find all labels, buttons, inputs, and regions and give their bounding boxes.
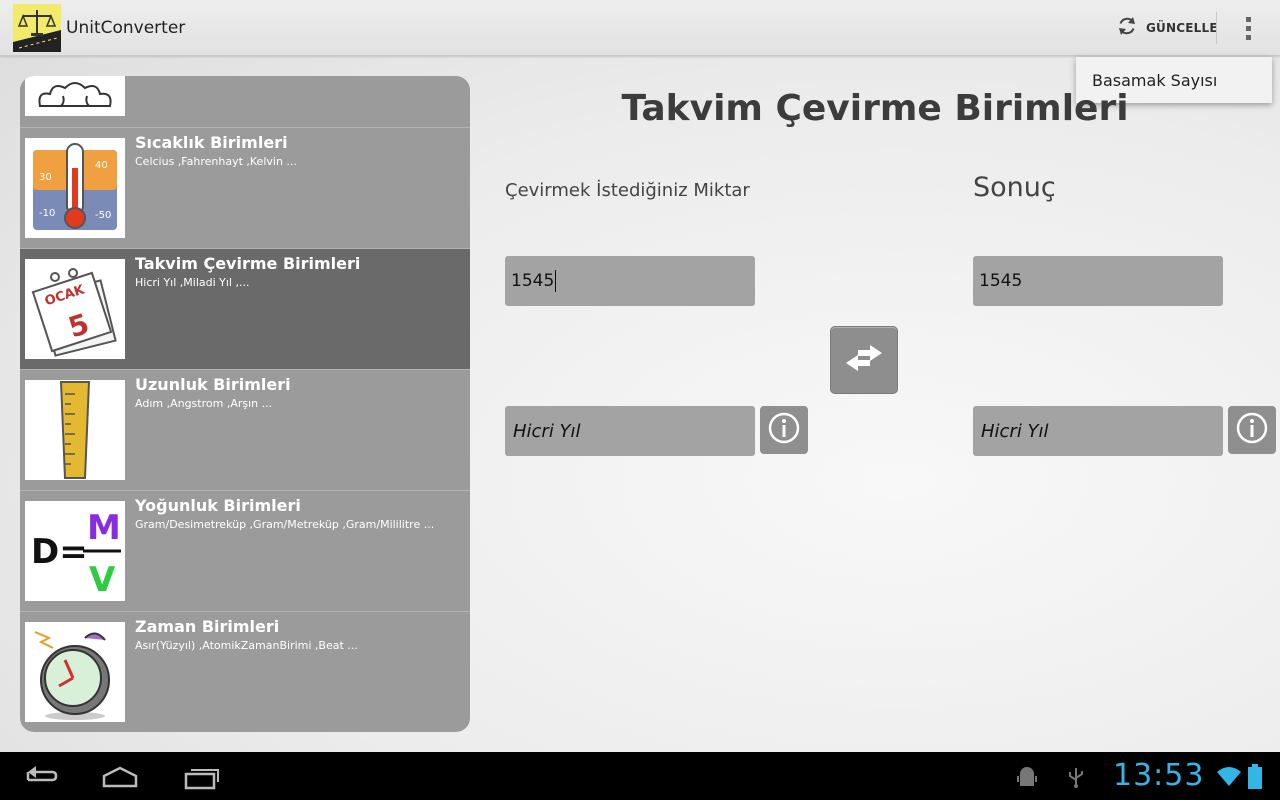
action-bar-divider (1216, 12, 1217, 44)
list-item-subtitle: Hicri Yıl ,Miladi Yıl ,... (135, 276, 250, 289)
page-title: Takvim Çevirme Birimleri (621, 88, 1129, 129)
svg-text:D=: D= (31, 532, 88, 572)
refresh-icon (1116, 15, 1138, 41)
home-button[interactable] (100, 762, 140, 792)
result-field[interactable]: 1545 (973, 256, 1223, 306)
android-debug-icon (1016, 766, 1038, 792)
usb-icon (1066, 766, 1086, 792)
svg-text:30: 30 (39, 172, 52, 183)
alarm-clock-icon (25, 622, 125, 722)
to-unit-select[interactable]: Hicri Yıl (973, 406, 1223, 456)
calendar-icon: OCAK 5 (25, 259, 125, 359)
wifi-icon (1216, 764, 1242, 792)
svg-text:V: V (89, 560, 116, 600)
list-item-density[interactable]: D= M V Yoğunluk Birimleri Gram/Desimetre… (20, 491, 470, 612)
refresh-button[interactable]: GÜNCELLE (1110, 8, 1218, 48)
overflow-menu-button[interactable] (1230, 10, 1266, 46)
result-label: Sonuç (973, 172, 1056, 203)
list-item-title: Yoğunluk Birimleri (135, 496, 301, 515)
from-unit-value: Hicri Yıl (513, 420, 581, 442)
list-item-length[interactable]: Uzunluk Birimleri Adım ,Angstrom ,Arşın … (20, 370, 470, 491)
amount-input[interactable]: 1545 (505, 256, 755, 306)
list-item-title: Zaman Birimleri (135, 617, 280, 636)
menu-item-decimal-places[interactable]: Basamak Sayısı (1092, 71, 1217, 90)
svg-text:-50: -50 (95, 210, 111, 221)
svg-text:40: 40 (95, 160, 108, 171)
result-field-value: 1545 (979, 271, 1023, 291)
info-icon (1235, 411, 1269, 449)
system-clock: 13:53 (1113, 758, 1205, 793)
list-item-temperature[interactable]: 30 40 -10 -50 Sıcaklık Birimleri Celcius… (20, 128, 470, 249)
refresh-label: GÜNCELLE (1146, 21, 1218, 35)
list-item-title: Uzunluk Birimleri (135, 375, 291, 394)
list-item-subtitle: Gram/Desimetreküp ,Gram/Metreküp ,Gram/M… (135, 518, 435, 531)
from-unit-info-button[interactable] (760, 406, 808, 454)
recent-apps-button[interactable] (182, 762, 222, 792)
system-bar: 13:53 (0, 752, 1280, 800)
to-unit-value: Hicri Yıl (981, 420, 1049, 442)
info-icon (767, 411, 801, 449)
list-item-time[interactable]: Zaman Birimleri Asır(Yüzyıl) ,AtomikZama… (20, 612, 470, 732)
app-logo-icon[interactable] (13, 4, 61, 52)
back-button[interactable] (22, 762, 58, 792)
list-item-partial[interactable] (20, 76, 470, 128)
app-title: UnitConverter (66, 18, 186, 38)
thermometer-icon: 30 40 -10 -50 (25, 138, 125, 238)
list-item-calendar[interactable]: OCAK 5 Takvim Çevirme Birimleri Hicri Yı… (20, 249, 470, 370)
input-label: Çevirmek İstediğiniz Miktar (505, 180, 750, 201)
list-item-title: Sıcaklık Birimleri (135, 133, 288, 152)
from-unit-select[interactable]: Hicri Yıl (505, 406, 755, 456)
svg-text:-10: -10 (39, 208, 55, 219)
list-item-subtitle: Asır(Yüzyıl) ,AtomikZamanBirimi ,Beat ..… (135, 639, 358, 652)
action-bar: UnitConverter GÜNCELLE (0, 0, 1280, 56)
swap-units-button[interactable] (830, 326, 898, 394)
list-item-subtitle: Adım ,Angstrom ,Arşın ... (135, 397, 273, 410)
to-unit-info-button[interactable] (1228, 406, 1276, 454)
text-cursor (555, 270, 557, 292)
amount-input-value: 1545 (511, 271, 555, 291)
list-item-title: Takvim Çevirme Birimleri (135, 254, 361, 273)
svg-text:M: M (87, 508, 121, 548)
unit-category-list[interactable]: 30 40 -10 -50 Sıcaklık Birimleri Celcius… (20, 76, 470, 732)
battery-icon (1248, 764, 1262, 794)
swap-arrows-icon (844, 343, 884, 377)
ruler-icon (25, 380, 125, 480)
list-item-subtitle: Celcius ,Fahrenhayt ,Kelvin ... (135, 155, 297, 168)
cloud-icon (25, 76, 125, 116)
density-formula-icon: D= M V (25, 501, 125, 601)
